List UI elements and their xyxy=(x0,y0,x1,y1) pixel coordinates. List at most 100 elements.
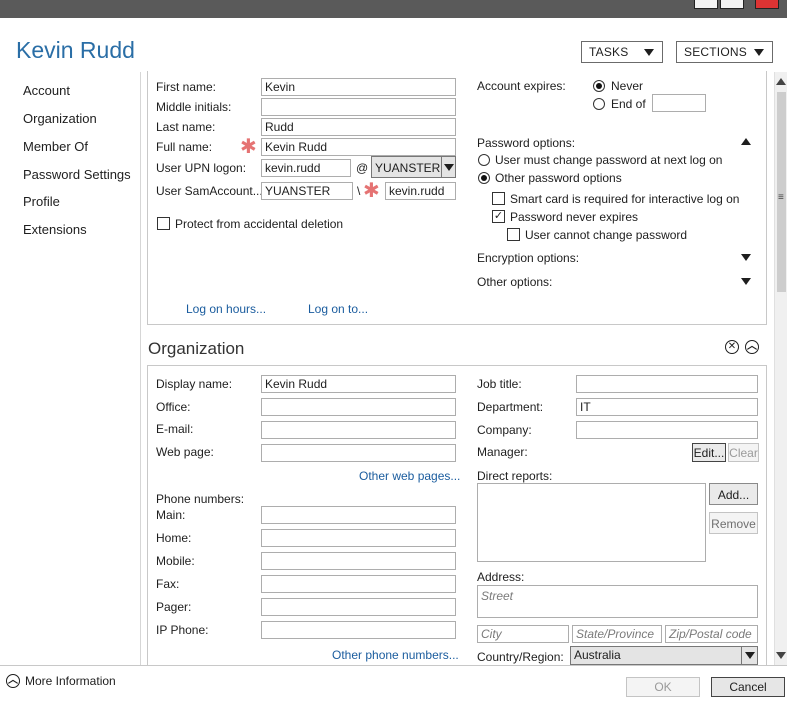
sidebar: Account Organization Member Of Password … xyxy=(0,72,141,665)
phone-mobile-field[interactable] xyxy=(261,552,456,570)
full-name-label: Full name: xyxy=(156,140,213,154)
manager-clear-button[interactable]: Clear xyxy=(728,443,759,462)
password-never-expires-checkbox[interactable]: ✓ xyxy=(492,210,505,223)
sidebar-item-member-of[interactable]: Member Of xyxy=(23,139,88,154)
display-name-label: Display name: xyxy=(156,377,233,391)
sam-account-field[interactable]: kevin.rudd xyxy=(385,182,456,200)
upn-field[interactable]: kevin.rudd xyxy=(261,159,351,177)
sidebar-item-password-settings[interactable]: Password Settings xyxy=(23,167,131,182)
add-direct-report-button[interactable]: Add... xyxy=(709,483,758,505)
web-page-label: Web page: xyxy=(156,445,214,459)
middle-initials-field[interactable] xyxy=(261,98,456,116)
sidebar-item-extensions[interactable]: Extensions xyxy=(23,222,87,237)
web-page-field[interactable] xyxy=(261,444,456,462)
company-label: Company: xyxy=(477,423,532,437)
maximize-button[interactable] xyxy=(720,0,744,9)
manager-label: Manager: xyxy=(477,445,528,459)
upn-domain-dropdown-button[interactable] xyxy=(441,157,455,177)
log-on-hours-link[interactable]: Log on hours... xyxy=(186,302,266,316)
page-title: Kevin Rudd xyxy=(16,37,135,63)
phone-main-field[interactable] xyxy=(261,506,456,524)
upn-at-sign: @ xyxy=(356,161,369,175)
chevron-down-icon xyxy=(754,49,764,56)
ok-button[interactable]: OK xyxy=(626,677,700,697)
remove-direct-report-button[interactable]: Remove xyxy=(709,512,758,534)
direct-reports-label: Direct reports: xyxy=(477,469,553,483)
expires-never-label: Never xyxy=(611,79,644,93)
job-title-label: Job title: xyxy=(477,377,522,391)
minimize-button[interactable] xyxy=(694,0,718,9)
cancel-button[interactable]: Cancel xyxy=(711,677,785,697)
expand-info-icon[interactable]: ︿ xyxy=(6,674,20,688)
phone-pager-field[interactable] xyxy=(261,598,456,616)
sam-domain-field[interactable]: YUANSTER xyxy=(261,182,353,200)
department-field[interactable]: IT xyxy=(576,398,758,416)
sidebar-item-organization[interactable]: Organization xyxy=(23,111,97,126)
vertical-scrollbar[interactable]: ≡ xyxy=(774,72,787,665)
close-section-icon[interactable]: ✕ xyxy=(725,340,739,354)
middle-initials-label: Middle initials: xyxy=(156,100,232,114)
collapse-triangle-icon[interactable] xyxy=(741,138,751,145)
scroll-down-icon[interactable] xyxy=(776,652,786,659)
phone-pager-label: Pager: xyxy=(156,600,192,614)
upn-label: User UPN logon: xyxy=(156,161,247,175)
sam-separator: \ xyxy=(357,184,361,198)
phone-fax-field[interactable] xyxy=(261,575,456,593)
sidebar-item-profile[interactable]: Profile xyxy=(23,194,60,209)
expand-triangle-icon[interactable] xyxy=(741,278,751,285)
country-label: Country/Region: xyxy=(477,650,564,664)
close-window-button[interactable] xyxy=(755,0,779,9)
manager-edit-button[interactable]: Edit... xyxy=(692,443,726,462)
expires-never-radio[interactable] xyxy=(593,80,605,92)
other-phone-numbers-link[interactable]: Other phone numbers... xyxy=(332,648,459,662)
password-never-expires-label: Password never expires xyxy=(510,210,639,224)
pw-must-change-radio[interactable] xyxy=(478,154,490,166)
email-label: E-mail: xyxy=(156,422,194,436)
office-field[interactable] xyxy=(261,398,456,416)
company-field[interactable] xyxy=(576,421,758,439)
protect-deletion-checkbox[interactable] xyxy=(157,217,170,230)
full-name-field[interactable]: Kevin Rudd xyxy=(261,138,456,156)
city-field[interactable]: City xyxy=(477,625,569,643)
required-asterisk-icon: ✱ xyxy=(363,180,380,202)
expires-end-of-label: End of xyxy=(611,97,646,111)
sections-dropdown[interactable]: SECTIONS xyxy=(676,41,773,63)
pw-must-change-label: User must change password at next log on xyxy=(495,153,723,167)
other-options-label: Other options: xyxy=(477,275,553,289)
protect-deletion-label: Protect from accidental deletion xyxy=(175,217,344,231)
log-on-to-link[interactable]: Log on to... xyxy=(308,302,368,316)
sidebar-item-account[interactable]: Account xyxy=(23,83,70,98)
phone-home-label: Home: xyxy=(156,531,192,545)
last-name-label: Last name: xyxy=(156,120,216,134)
pw-other-options-radio[interactable] xyxy=(478,172,490,184)
street-field[interactable]: Street xyxy=(477,585,758,618)
expires-date-field[interactable] xyxy=(652,94,706,112)
direct-reports-list[interactable] xyxy=(477,483,706,562)
phone-ip-field[interactable] xyxy=(261,621,456,639)
more-information-link[interactable]: More Information xyxy=(25,674,116,688)
cannot-change-password-checkbox[interactable] xyxy=(507,228,520,241)
display-name-field[interactable]: Kevin Rudd xyxy=(261,375,456,393)
scroll-up-icon[interactable] xyxy=(776,78,786,85)
office-label: Office: xyxy=(156,400,191,414)
last-name-field[interactable]: Rudd xyxy=(261,118,456,136)
country-select[interactable]: Australia xyxy=(570,646,758,665)
phone-home-field[interactable] xyxy=(261,529,456,547)
smart-card-label: Smart card is required for interactive l… xyxy=(510,192,740,206)
collapse-section-icon[interactable]: ︿ xyxy=(745,340,759,354)
job-title-field[interactable] xyxy=(576,375,758,393)
sections-label: SECTIONS xyxy=(684,45,747,59)
state-field[interactable]: State/Province xyxy=(572,625,662,643)
required-asterisk-icon: ✱ xyxy=(240,136,257,158)
email-field[interactable] xyxy=(261,421,456,439)
country-dropdown-button[interactable] xyxy=(741,647,757,664)
expires-end-of-radio[interactable] xyxy=(593,98,605,110)
cannot-change-password-label: User cannot change password xyxy=(525,228,688,242)
first-name-field[interactable]: Kevin xyxy=(261,78,456,96)
other-web-pages-link[interactable]: Other web pages... xyxy=(359,469,460,483)
smart-card-checkbox[interactable] xyxy=(492,192,505,205)
expand-triangle-icon[interactable] xyxy=(741,254,751,261)
tasks-dropdown[interactable]: TASKS xyxy=(581,41,663,63)
zip-field[interactable]: Zip/Postal code xyxy=(665,625,758,643)
chevron-down-icon xyxy=(745,652,755,659)
